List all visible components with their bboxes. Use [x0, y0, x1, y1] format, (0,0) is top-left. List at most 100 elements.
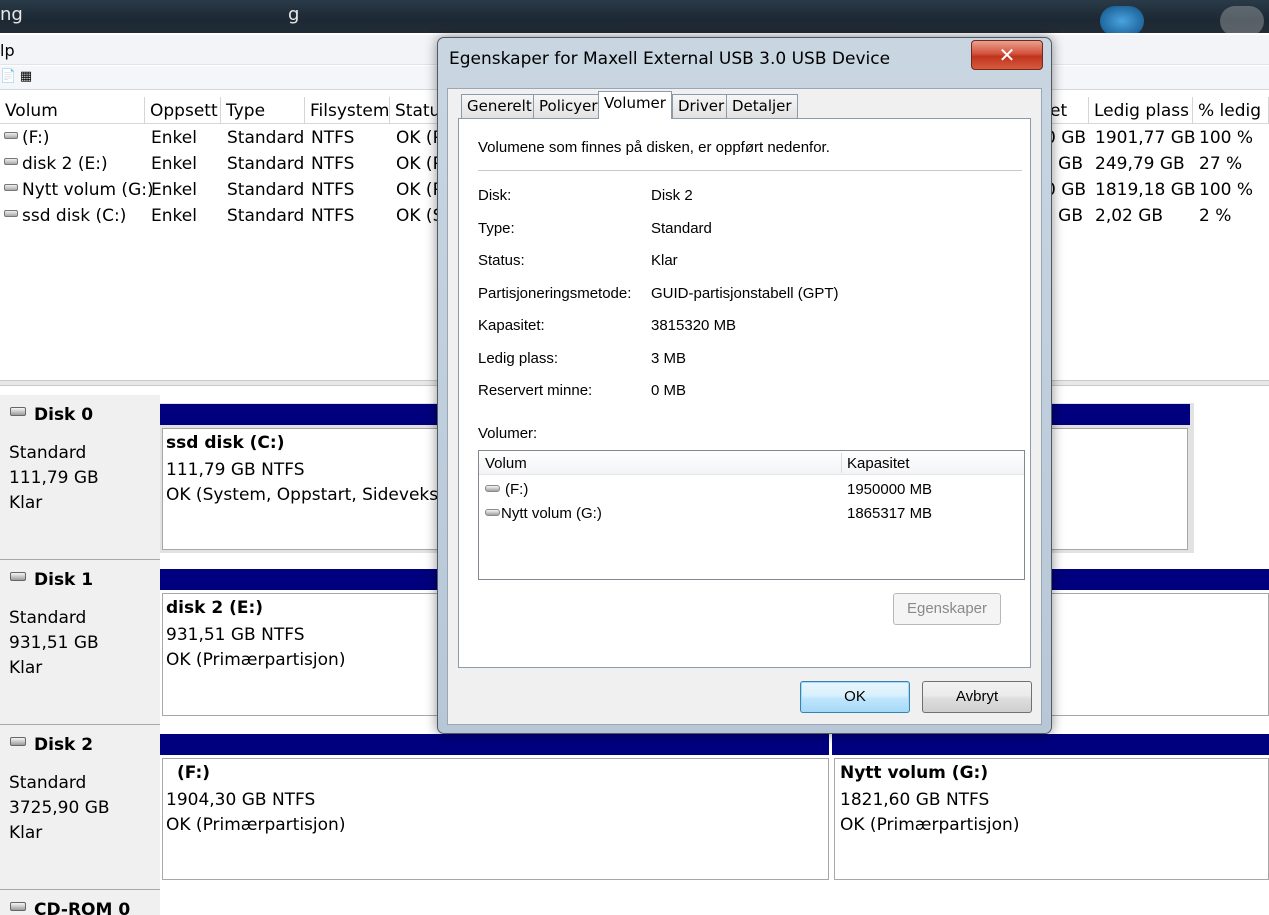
- cell-capacity-text: GB: [1058, 206, 1083, 226]
- cell-oppsett-text: Enkel: [151, 180, 197, 200]
- cell-filsystem: NTFS: [311, 151, 354, 177]
- prop-value-capacity: 3815320 MB: [651, 317, 737, 334]
- prop-label-partition-method: Partisjoneringsmetode:: [478, 285, 632, 302]
- volumes-list: Volum Kapasitet (F:) 1950000 MB Nytt vol…: [478, 450, 1025, 580]
- partition-name: Nytt volum (G:): [840, 763, 989, 783]
- volume-properties-button[interactable]: Egenskaper: [893, 593, 1001, 625]
- disk-name: Disk 1: [34, 570, 94, 590]
- close-icon: ✕: [998, 43, 1016, 67]
- disk-icon: [10, 572, 26, 581]
- cell-oppsett: Enkel: [151, 125, 197, 151]
- partition-f[interactable]: (F:) 1904,30 GB NTFS OK (Primærpartisjon…: [162, 758, 829, 880]
- cell-oppsett: Enkel: [151, 203, 197, 229]
- column-header-ledig-plass[interactable]: Ledig plass: [1089, 97, 1193, 124]
- cell-filsystem-text: NTFS: [311, 180, 355, 200]
- cell-volum: Nytt volum (G:): [4, 177, 154, 203]
- partition-status: OK (Primærpartisjon): [166, 650, 346, 670]
- close-button[interactable]: ✕: [971, 40, 1043, 70]
- cell-oppsett: Enkel: [151, 177, 197, 203]
- list-item[interactable]: (F:) 1950000 MB: [479, 478, 1024, 502]
- volume-capacity: 1950000 MB: [847, 481, 933, 498]
- partition-name: ssd disk (C:): [166, 433, 285, 453]
- cell-pct-ledig-text: 100 %: [1199, 128, 1254, 148]
- column-header-volum[interactable]: Volum: [0, 97, 145, 124]
- tab-panel-volumer: Volumene som finnes på disken, er oppfør…: [458, 118, 1031, 668]
- partition-size: 111,79 GB NTFS: [166, 460, 305, 480]
- cell-oppsett-text: Enkel: [151, 206, 197, 226]
- column-header-pct-ledig[interactable]: % ledig: [1193, 97, 1269, 124]
- tab-policyer[interactable]: Policyer: [533, 94, 604, 118]
- cell-volum: (F:): [4, 125, 49, 151]
- cell-type-text: Standard: [227, 206, 305, 226]
- disk-icon: [10, 737, 26, 746]
- column-header-filsystem[interactable]: Filsystem: [305, 97, 390, 124]
- cell-pct-ledig: 100 %: [1199, 177, 1253, 203]
- cell-volum: disk 2 (E:): [4, 151, 108, 177]
- cell-type: Standard: [227, 125, 304, 151]
- cell-filsystem-text: NTFS: [311, 128, 355, 148]
- partition-nytt-volum[interactable]: Nytt volum (G:) 1821,60 GB NTFS OK (Prim…: [834, 758, 1269, 880]
- taskbar-label: g: [288, 4, 300, 25]
- volume-capacity: 1865317 MB: [847, 505, 933, 522]
- disk-type: Standard: [9, 443, 87, 463]
- cell-type: Standard: [227, 177, 304, 203]
- disk-info-cdrom[interactable]: CD-ROM 0: [0, 890, 160, 915]
- help-icon[interactable]: ▦: [18, 69, 34, 85]
- cell-pct-ledig-text: 100 %: [1199, 180, 1254, 200]
- dialog-body: Generelt Policyer Volumer Driver Detalje…: [447, 88, 1042, 725]
- tab-volumer[interactable]: Volumer: [598, 91, 672, 119]
- ok-button[interactable]: OK: [800, 681, 910, 713]
- partition-size: 1821,60 GB NTFS: [840, 790, 990, 810]
- properties-icon[interactable]: 📄: [0, 69, 16, 85]
- tab-generelt[interactable]: Generelt: [461, 94, 538, 118]
- cell-ledig-plass-text: 2,02 GB: [1095, 206, 1164, 226]
- cell-status: OK (P: [396, 125, 443, 151]
- disk-state: Klar: [9, 658, 43, 678]
- cell-oppsett-text: Enkel: [151, 154, 197, 174]
- dialog-title: Egenskaper for Maxell External USB 3.0 U…: [449, 49, 891, 69]
- cell-type-text: Standard: [227, 154, 305, 174]
- column-header-oppsett[interactable]: Oppsett: [145, 97, 221, 124]
- volume-name: Nytt volum (G:): [501, 505, 602, 522]
- cell-type: Standard: [227, 203, 304, 229]
- list-item[interactable]: Nytt volum (G:) 1865317 MB: [479, 502, 1024, 526]
- prop-label-capacity: Kapasitet:: [478, 317, 545, 334]
- menu-help[interactable]: lp: [0, 41, 15, 60]
- partition-header-bar: [832, 734, 1269, 755]
- taskbar-app-icon[interactable]: [1220, 6, 1264, 33]
- cdrom-icon: [10, 902, 26, 911]
- prop-value-free-space: 3 MB: [651, 350, 687, 367]
- prop-value-partition-method: GUID-partisjonstabell (GPT): [651, 285, 839, 302]
- cell-ledig-plass-text: 1901,77 GB: [1095, 128, 1196, 148]
- partition-header-bar: [160, 734, 829, 755]
- cell-pct-ledig: 27 %: [1199, 151, 1242, 177]
- disk-name: Disk 2: [34, 735, 94, 755]
- cancel-button[interactable]: Avbryt: [922, 681, 1032, 713]
- cell-ledig-plass-text: 1819,18 GB: [1095, 180, 1196, 200]
- disk-size: 3725,90 GB: [9, 798, 110, 818]
- cell-status-text: OK (P: [396, 154, 443, 174]
- taskbar-app-icon[interactable]: [1100, 6, 1144, 33]
- prop-value-disk: Disk 2: [651, 187, 693, 204]
- partition-name: disk 2 (E:): [166, 598, 264, 618]
- volume-name: (F:): [505, 481, 529, 498]
- disk-type: Standard: [9, 773, 87, 793]
- cell-volum-text: Nytt volum (G:): [22, 180, 154, 200]
- disk-name: Disk 0: [34, 405, 94, 425]
- disk-icon: [10, 407, 26, 416]
- properties-dialog: Egenskaper for Maxell External USB 3.0 U…: [437, 37, 1052, 734]
- tab-driver[interactable]: Driver: [672, 94, 731, 118]
- tab-detaljer[interactable]: Detaljer: [726, 94, 798, 118]
- drive-icon: [485, 509, 500, 516]
- prop-value-status: Klar: [651, 252, 678, 269]
- column-header-type[interactable]: Type: [221, 97, 305, 124]
- column-header-volum[interactable]: Volum: [479, 451, 527, 475]
- disk-type: Standard: [9, 608, 87, 628]
- disk-info-2[interactable]: Disk 2 Standard 3725,90 GB Klar: [0, 725, 160, 890]
- column-header-kapasitet[interactable]: Kapasitet: [841, 451, 910, 475]
- cell-filsystem-text: NTFS: [311, 154, 355, 174]
- partition-status: OK (System, Oppstart, Sideveksling: [166, 485, 470, 505]
- disk-info-1[interactable]: Disk 1 Standard 931,51 GB Klar: [0, 560, 160, 725]
- disk-info-0[interactable]: Disk 0 Standard 111,79 GB Klar: [0, 395, 160, 560]
- disk-state: Klar: [9, 493, 43, 513]
